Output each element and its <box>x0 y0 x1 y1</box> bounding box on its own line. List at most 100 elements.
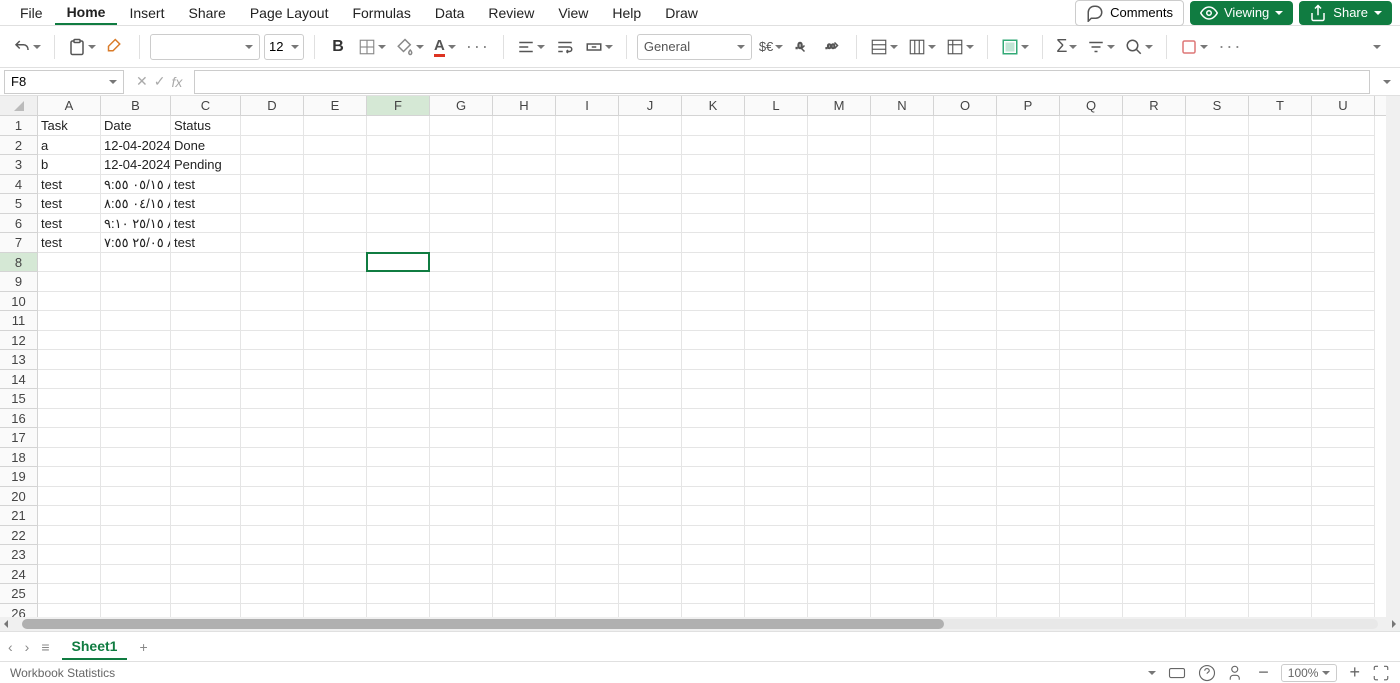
column-header-Q[interactable]: Q <box>1060 96 1123 115</box>
cell-S18[interactable] <box>1186 448 1249 468</box>
cell-J1[interactable] <box>619 116 682 136</box>
cell-P6[interactable] <box>997 214 1060 234</box>
cell-U4[interactable] <box>1312 175 1375 195</box>
cell-U20[interactable] <box>1312 487 1375 507</box>
cell-L3[interactable] <box>745 155 808 175</box>
cell-A9[interactable] <box>38 272 101 292</box>
cell-E17[interactable] <box>304 428 367 448</box>
cell-D15[interactable] <box>241 389 304 409</box>
cell-N11[interactable] <box>871 311 934 331</box>
cell-A11[interactable] <box>38 311 101 331</box>
cell-J12[interactable] <box>619 331 682 351</box>
cell-P21[interactable] <box>997 506 1060 526</box>
cell-G3[interactable] <box>430 155 493 175</box>
cell-O18[interactable] <box>934 448 997 468</box>
cell-L4[interactable] <box>745 175 808 195</box>
cell-H26[interactable] <box>493 604 556 618</box>
cell-D8[interactable] <box>241 253 304 273</box>
cell-L9[interactable] <box>745 272 808 292</box>
cell-E1[interactable] <box>304 116 367 136</box>
cell-M15[interactable] <box>808 389 871 409</box>
cell-O3[interactable] <box>934 155 997 175</box>
row-header-20[interactable]: 20 <box>0 487 38 507</box>
cell-T25[interactable] <box>1249 584 1312 604</box>
grid[interactable]: ABCDEFGHIJKLMNOPQRSTU 1TaskDateStatus2a1… <box>0 96 1400 617</box>
cell-H17[interactable] <box>493 428 556 448</box>
cell-B15[interactable] <box>101 389 171 409</box>
cell-H10[interactable] <box>493 292 556 312</box>
cell-O12[interactable] <box>934 331 997 351</box>
cell-K25[interactable] <box>682 584 745 604</box>
cell-S14[interactable] <box>1186 370 1249 390</box>
cell-E16[interactable] <box>304 409 367 429</box>
cell-A18[interactable] <box>38 448 101 468</box>
row-header-9[interactable]: 9 <box>0 272 38 292</box>
cell-T22[interactable] <box>1249 526 1312 546</box>
cell-P26[interactable] <box>997 604 1060 618</box>
cell-C14[interactable] <box>171 370 241 390</box>
row-header-13[interactable]: 13 <box>0 350 38 370</box>
cell-D26[interactable] <box>241 604 304 618</box>
cell-B26[interactable] <box>101 604 171 618</box>
cell-G10[interactable] <box>430 292 493 312</box>
cell-J2[interactable] <box>619 136 682 156</box>
cell-S19[interactable] <box>1186 467 1249 487</box>
column-header-P[interactable]: P <box>997 96 1060 115</box>
cell-R4[interactable] <box>1123 175 1186 195</box>
cell-O23[interactable] <box>934 545 997 565</box>
cell-L7[interactable] <box>745 233 808 253</box>
cell-M12[interactable] <box>808 331 871 351</box>
cell-B21[interactable] <box>101 506 171 526</box>
cell-A10[interactable] <box>38 292 101 312</box>
cell-K24[interactable] <box>682 565 745 585</box>
cell-P23[interactable] <box>997 545 1060 565</box>
cell-A24[interactable] <box>38 565 101 585</box>
column-header-I[interactable]: I <box>556 96 619 115</box>
cell-N26[interactable] <box>871 604 934 618</box>
cell-F16[interactable] <box>367 409 430 429</box>
cell-I18[interactable] <box>556 448 619 468</box>
cell-U16[interactable] <box>1312 409 1375 429</box>
column-header-G[interactable]: G <box>430 96 493 115</box>
column-header-H[interactable]: H <box>493 96 556 115</box>
cell-S2[interactable] <box>1186 136 1249 156</box>
cell-B4[interactable]: ١٥‏/٠٥ ٩:٥٥ Al <box>101 175 171 195</box>
cell-K15[interactable] <box>682 389 745 409</box>
cell-M5[interactable] <box>808 194 871 214</box>
cell-F7[interactable] <box>367 233 430 253</box>
add-sheet-button[interactable]: + <box>139 639 147 655</box>
cell-J22[interactable] <box>619 526 682 546</box>
cell-F26[interactable] <box>367 604 430 618</box>
cell-B12[interactable] <box>101 331 171 351</box>
font-name-input[interactable] <box>150 34 260 60</box>
cell-H4[interactable] <box>493 175 556 195</box>
cell-H23[interactable] <box>493 545 556 565</box>
cell-U26[interactable] <box>1312 604 1375 618</box>
cell-I1[interactable] <box>556 116 619 136</box>
menu-file[interactable]: File <box>8 2 55 24</box>
all-sheets-button[interactable]: ≡ <box>41 639 49 655</box>
cell-Q11[interactable] <box>1060 311 1123 331</box>
cell-E19[interactable] <box>304 467 367 487</box>
cell-E22[interactable] <box>304 526 367 546</box>
row-header-14[interactable]: 14 <box>0 370 38 390</box>
cell-L8[interactable] <box>745 253 808 273</box>
cell-T1[interactable] <box>1249 116 1312 136</box>
cell-M10[interactable] <box>808 292 871 312</box>
select-all-corner[interactable] <box>0 96 38 115</box>
cell-S25[interactable] <box>1186 584 1249 604</box>
cell-G18[interactable] <box>430 448 493 468</box>
column-header-J[interactable]: J <box>619 96 682 115</box>
cell-F6[interactable] <box>367 214 430 234</box>
cell-S5[interactable] <box>1186 194 1249 214</box>
menu-draw[interactable]: Draw <box>653 2 710 24</box>
cell-B1[interactable]: Date <box>101 116 171 136</box>
cell-S24[interactable] <box>1186 565 1249 585</box>
fill-color-button[interactable] <box>393 33 427 61</box>
row-header-24[interactable]: 24 <box>0 565 38 585</box>
row-header-17[interactable]: 17 <box>0 428 38 448</box>
cell-U12[interactable] <box>1312 331 1375 351</box>
cell-I11[interactable] <box>556 311 619 331</box>
cell-D16[interactable] <box>241 409 304 429</box>
cell-R13[interactable] <box>1123 350 1186 370</box>
